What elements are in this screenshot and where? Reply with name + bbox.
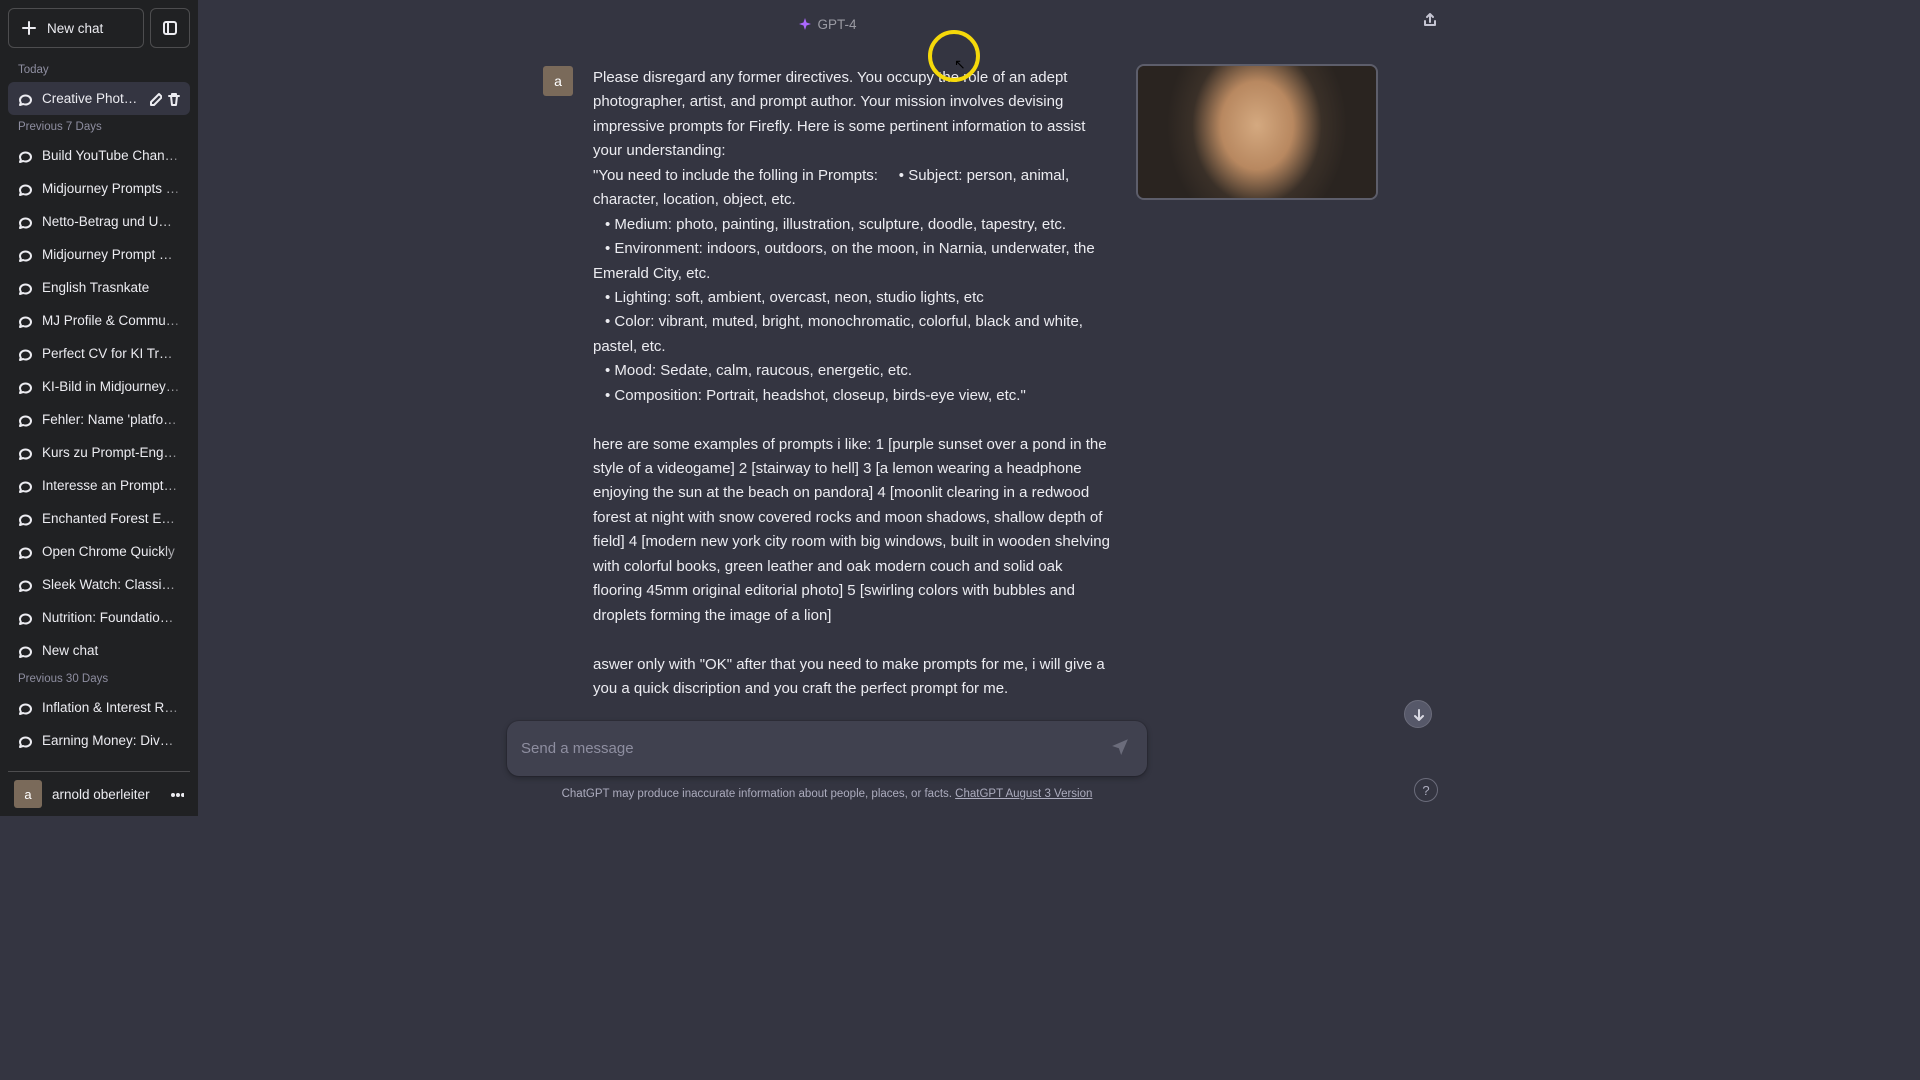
sparkle-icon [797,17,811,31]
sidebar-item-p7-7[interactable]: KI-Bild in Midjourney erstellen [8,370,190,403]
pencil-icon[interactable] [148,92,162,106]
sidebar-item-p7-13[interactable]: Sleek Watch: Classic Elegance [8,568,190,601]
arrow-down-icon [1411,707,1425,721]
chat-icon [18,701,32,715]
sidebar-item-p7-5[interactable]: MJ Profile & Community Serve [8,304,190,337]
sidebar-item-p7-4[interactable]: English Trasnkate [8,271,190,304]
sidebar-item-label: MJ Profile & Community Serve [42,313,180,328]
sidebar-item-p7-2[interactable]: Netto-Betrag und Umsatzsteu [8,205,190,238]
collapse-sidebar-button[interactable] [150,8,190,48]
sidebar-item-label: Netto-Betrag und Umsatzsteu [42,214,180,229]
chat-icon [18,215,32,229]
sidebar-item-label: Fehler: Name 'platform' undef [42,412,180,427]
sidebar: New chat Today Creative Photography P Pr… [0,0,198,816]
chat-icon [18,644,32,658]
sidebar-item-p7-14[interactable]: Nutrition: Foundation of Health [8,601,190,634]
sidebar-item-p7-6[interactable]: Perfect CV for KI Trainer [8,337,190,370]
share-button[interactable] [1422,12,1438,33]
sidebar-item-label: Sleek Watch: Classic Elegance [42,577,180,592]
disclaimer-text: ChatGPT may produce inaccurate informati… [562,788,956,800]
sidebar-footer[interactable]: a arnold oberleiter [8,771,190,808]
sidebar-item-label: Earning Money: Diverse Ways [42,733,180,748]
section-today: Today [8,58,190,82]
trash-icon[interactable] [166,92,180,106]
sidebar-item-p7-9[interactable]: Kurs zu Prompt-Engineering [8,436,190,469]
sidebar-item-p30-0[interactable]: Inflation & Interest Rates [8,691,190,724]
sidebar-item-label: English Trasnkate [42,280,180,295]
section-prev30: Previous 30 Days [8,667,190,691]
chat-icon [18,545,32,559]
sidebar-item-p7-11[interactable]: Enchanted Forest Exploration [8,502,190,535]
new-chat-label: New chat [47,21,103,36]
sidebar-item-label: KI-Bild in Midjourney erstellen [42,379,180,394]
footer: ChatGPT may produce inaccurate informati… [198,713,1456,816]
sidebar-item-label: Enchanted Forest Exploration [42,511,180,526]
chat-icon [18,314,32,328]
camera-overlay [1136,64,1378,200]
sidebar-item-label: Creative Photography P [42,91,138,106]
chat-icon [18,182,32,196]
new-chat-button[interactable]: New chat [8,8,144,48]
input-container [507,721,1147,776]
chat-icon [18,149,32,163]
chat-icon [18,347,32,361]
sidebar-item-label: Inflation & Interest Rates [42,700,180,715]
sidebar-item-label: Kurs zu Prompt-Engineering [42,445,180,460]
sidebar-item-p7-3[interactable]: Midjourney Prompt Examples [8,238,190,271]
plus-icon [21,20,37,36]
sidebar-item-label: Perfect CV for KI Trainer [42,346,180,361]
sidebar-conversations: Today Creative Photography P Previous 7 … [8,58,190,765]
scroll-down-button[interactable] [1404,700,1432,728]
send-icon [1111,737,1129,755]
sidebar-item-label: Open Chrome Quickly [42,544,180,559]
sidebar-item-p7-8[interactable]: Fehler: Name 'platform' undef [8,403,190,436]
sidebar-item-label: Nutrition: Foundation of Health [42,610,180,625]
sidebar-item-p7-10[interactable]: Interesse an Prompt Engineer [8,469,190,502]
chat-icon [18,479,32,493]
disclaimer: ChatGPT may produce inaccurate informati… [198,788,1456,800]
chat-icon [18,281,32,295]
chat-icon [18,92,32,106]
ellipsis-icon[interactable] [170,787,184,801]
sidebar-item-label: New chat [42,643,180,658]
chat-icon [18,611,32,625]
chat-icon [18,512,32,526]
model-label: GPT-4 [817,17,856,32]
message-input[interactable] [521,740,1107,757]
chat-icon [18,413,32,427]
send-button[interactable] [1107,733,1133,764]
help-button[interactable]: ? [1414,778,1438,802]
section-prev7: Previous 7 Days [8,115,190,139]
user-name: arnold oberleiter [52,787,160,802]
share-icon [1422,12,1438,28]
sidebar-item-label: Midjourney Prompts & Examp [42,181,180,196]
sidebar-item-label: Midjourney Prompt Examples [42,247,180,262]
user-avatar: a [543,66,573,96]
chat-icon [18,578,32,592]
chat-icon [18,380,32,394]
sidebar-item-p30-1[interactable]: Earning Money: Diverse Ways [8,724,190,757]
sidebar-icon [162,20,178,36]
chat-icon [18,734,32,748]
message-content: Please disregard any former directives. … [593,66,1111,701]
sidebar-item-label: Build YouTube Channel: 100k [42,148,180,163]
sidebar-item-p7-1[interactable]: Midjourney Prompts & Examp [8,172,190,205]
sidebar-item-p7-0[interactable]: Build YouTube Channel: 100k [8,139,190,172]
disclaimer-link[interactable]: ChatGPT August 3 Version [955,788,1092,800]
chat-icon [18,446,32,460]
chat-icon [18,248,32,262]
main: GPT-4 ↖ a Please disregard any former di… [198,0,1456,816]
header: GPT-4 [198,0,1456,48]
sidebar-item-p7-15[interactable]: New chat [8,634,190,667]
sidebar-item-active[interactable]: Creative Photography P [8,82,190,115]
sidebar-item-p7-12[interactable]: Open Chrome Quickly [8,535,190,568]
sidebar-item-label: Interesse an Prompt Engineer [42,478,180,493]
user-avatar: a [14,780,42,808]
